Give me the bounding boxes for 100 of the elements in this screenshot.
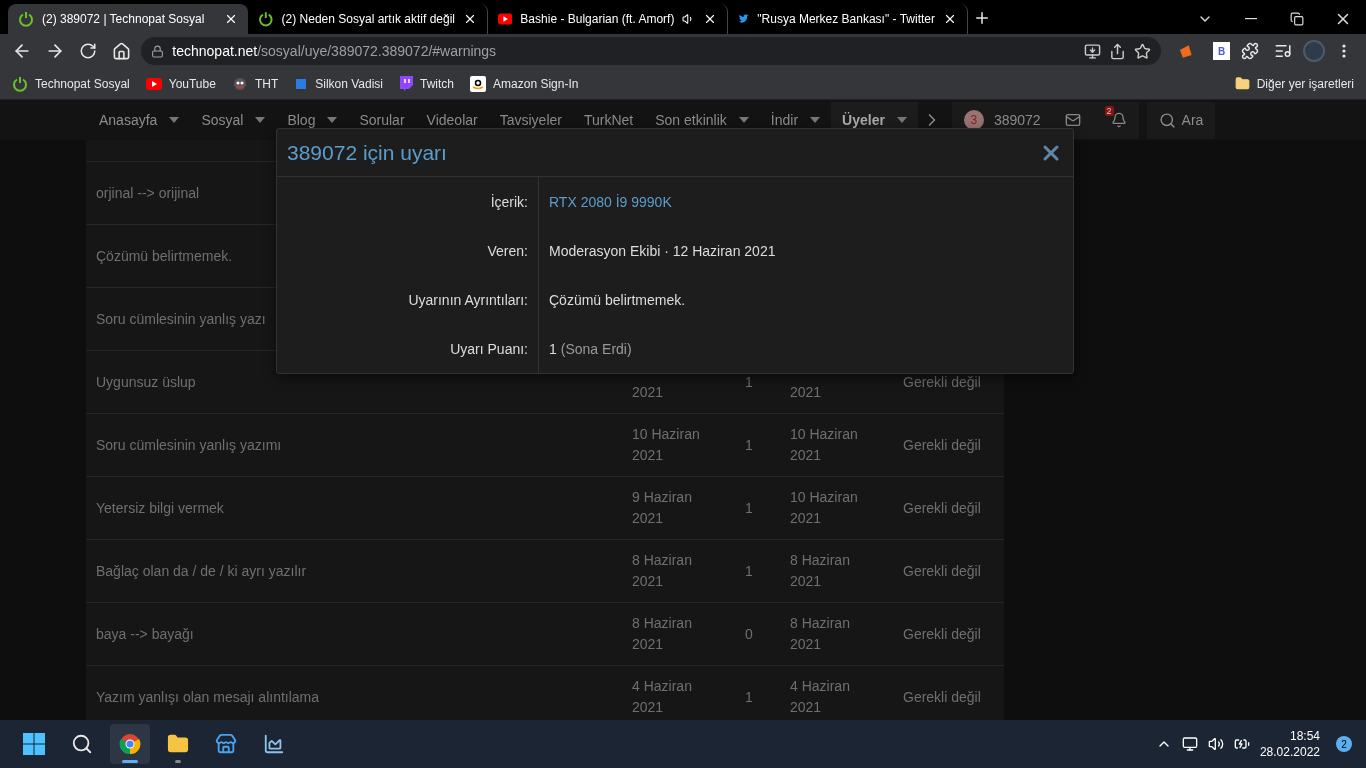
table-cell-text: 1 [744,561,753,581]
volume-icon[interactable] [1207,736,1224,752]
table-cell-text: orjinal --> orijinal [95,183,200,203]
close-icon [703,12,717,26]
field-value: Moderasyon Ekibi · 12 Haziran 2021 [548,242,777,259]
field-label: Veren: [277,226,539,275]
table-cell-text: 1 [744,687,753,707]
table-cell-text: 8 Haziran 2021 [789,614,851,654]
home-icon [112,41,132,61]
table-cell-text: Yetersiz bilgi vermek [95,498,224,518]
nav-tab[interactable]: Blog [276,101,349,139]
bookmark-link[interactable]: Technopat Sosyal [12,75,130,92]
nav-tab[interactable]: Sosyal [190,101,277,139]
table-cell-text: 10 Haziran 2021 [789,425,859,465]
table-cell-text: Çözümü belirtmemek. [95,246,233,266]
table-cell-text: 0 [744,624,753,644]
network-icon[interactable] [1181,736,1198,752]
close-icon [224,12,238,26]
search-icon [1158,111,1176,129]
mascot-icon [231,75,248,92]
folder-icon [167,733,189,755]
table-cell-text: Uygunsuz üslup [95,372,196,392]
nav-tab[interactable]: İndir [759,101,832,139]
table-cell-text: Gerekli değil [902,372,981,392]
bookmark-link[interactable]: Twitch [399,76,455,91]
table-cell-text: Gerekli değil [902,498,981,518]
power-icon [258,11,274,27]
install-icon[interactable] [1084,42,1102,60]
table-cell-text: Soru cümlesinin yanlış yazı [95,309,266,329]
close-icon [943,12,957,26]
table-cell-text: Soru cümlesinin yanlış yazımı [95,435,282,455]
close-icon [463,12,477,26]
table-cell-text: Gerekli değil [902,687,981,707]
play-icon [498,13,513,25]
browser-icon [119,733,141,755]
extension-button[interactable]: B [1212,42,1231,60]
bell-icon[interactable] [1110,112,1127,128]
notification-badge[interactable]: 2 [1336,736,1352,752]
battery-icon[interactable] [1233,736,1250,752]
table-cell-text: 2021 [631,383,664,402]
bookmark-star-icon[interactable] [1134,42,1152,60]
mail-icon[interactable] [1064,112,1081,128]
field-label: Uyarı Puanı: [277,324,539,373]
table-cell-text: Bağlaç olan da / de / ki ayrı yazılır [95,561,307,581]
table-cell-text: Gerekli değil [902,561,981,581]
music-list-icon [1274,42,1293,60]
clock[interactable]: 18:54 28.02.2022 [1259,728,1320,760]
search-button[interactable]: Ara [1146,101,1216,139]
table-cell-text: baya --> bayağı [95,624,194,644]
lock-icon [151,44,165,58]
amazon-icon [470,75,487,92]
close-tab-button[interactable] [703,12,717,26]
plus-icon [973,9,991,27]
windows-logo-icon[interactable] [22,732,46,756]
table-cell-text: 10 Haziran 2021 [789,488,859,528]
field-label: İçerik: [277,177,539,226]
restore-icon [1290,12,1304,26]
close-tab-button[interactable] [943,12,957,26]
search-icon [71,733,93,755]
bookmark-link[interactable]: Silkon Vadisi [294,76,384,91]
bookmark-link[interactable]: Amazon Sign-In [470,75,579,92]
nav-tab[interactable]: Son etkinlik [644,101,760,139]
table-cell-text: 8 Haziran 2021 [631,614,693,654]
field-value: Çözümü belirtmemek. [548,291,687,308]
points-note: (Sona Erdi) [560,340,632,357]
dialog-title: 389072 için uyarı [287,140,447,165]
bookmark-link[interactable]: THT [231,75,279,92]
bird-icon [738,12,750,26]
bookmark-link[interactable]: YouTube [145,76,216,91]
points-value: 1 [549,340,557,357]
table-cell-text: 4 Haziran 2021 [631,677,693,717]
table-cell-text: 1 [744,435,753,455]
table-cell-text: 8 Haziran 2021 [789,551,851,591]
username-link[interactable]: 389072 [993,112,1041,128]
address-bar[interactable]: technopat.net/sosyal/uye/389072.389072/#warnings [141,37,1162,65]
chart-icon [263,733,285,755]
browser-tab[interactable]: (2) 389072 | Technopat Sosyal [8,4,248,34]
play-icon [145,77,162,90]
power-icon [18,11,34,27]
close-tab-button[interactable] [224,12,238,26]
nav-tab[interactable]: Anasayfa [88,101,191,139]
other-bookmarks-link[interactable]: Diğer yer işaretleri [1234,76,1354,91]
table-cell-text: 1 [744,372,753,392]
menu-icon [1342,44,1347,58]
field-label: Uyarının Ayrıntıları: [277,275,539,324]
table-cell-text: Gerekli değil [902,435,981,455]
close-tab-button[interactable] [463,12,477,26]
table-cell-text: Gerekli değil [902,624,981,644]
share-icon[interactable] [1109,42,1127,60]
table-cell-text: Yazım yanlışı olan mesajı alıntılama [95,687,320,707]
minimize-icon [1245,18,1257,20]
puzzle-icon [1241,42,1260,60]
alerts-count: 2 [1104,106,1114,116]
content-link[interactable]: RTX 2080 İ9 9990K [549,193,672,210]
folder-icon [1234,76,1250,91]
reload-icon [79,42,98,60]
table-cell-text: 1 [744,498,753,518]
table-cell-text: 4 Haziran 2021 [789,677,851,717]
taskbar-app[interactable] [110,724,150,764]
table-cell-text: 8 Haziran 2021 [631,551,693,591]
